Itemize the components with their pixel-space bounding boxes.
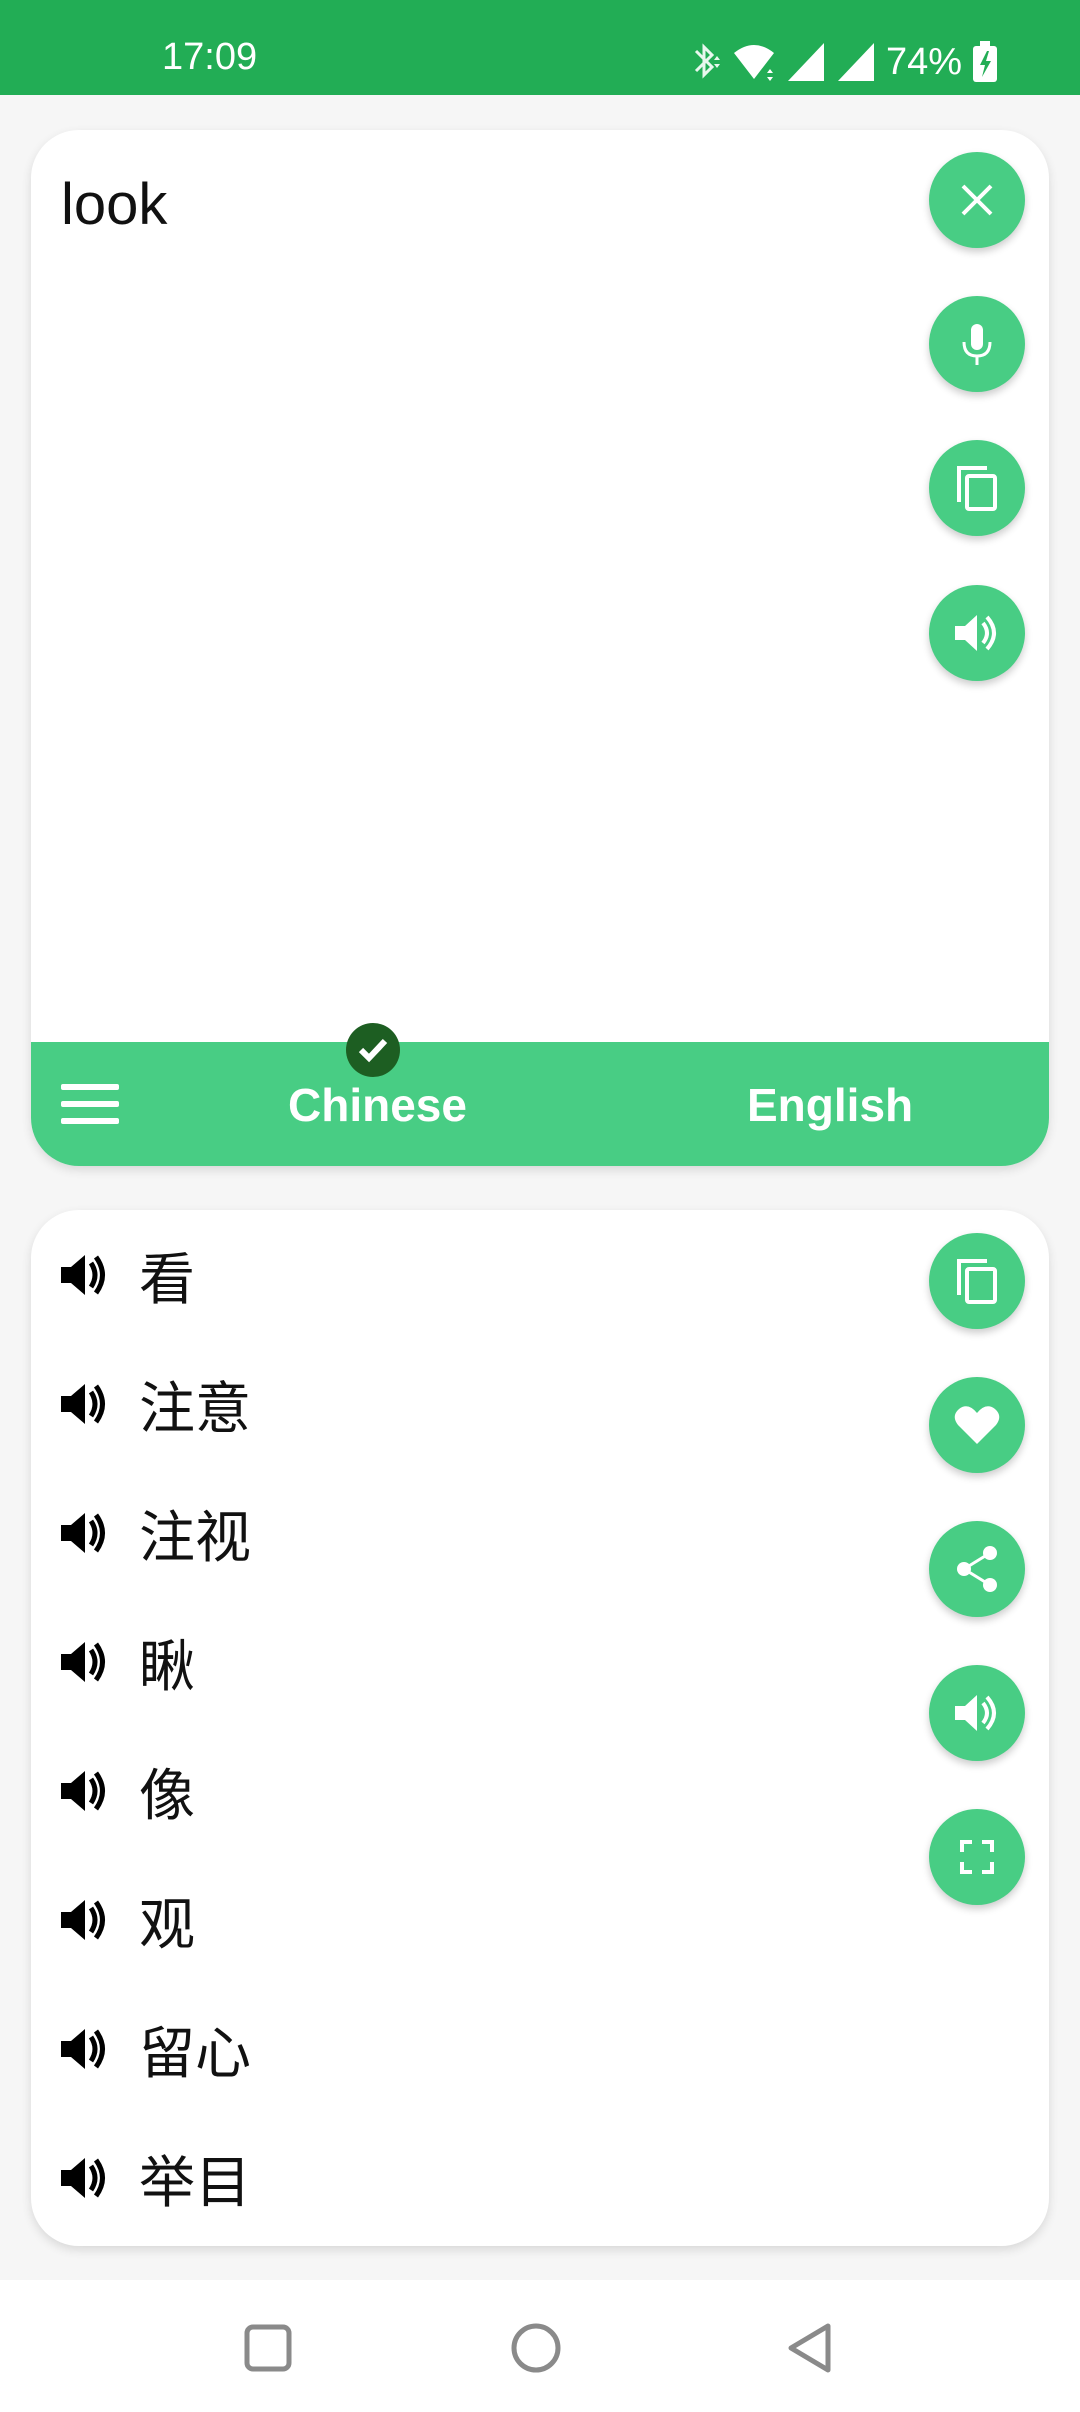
home-icon — [511, 2323, 561, 2373]
system-nav-bar — [0, 2280, 1080, 2412]
result-item[interactable]: 瞅 — [59, 1617, 195, 1707]
result-item[interactable]: 观 — [59, 1875, 195, 1965]
speaker-icon — [61, 1513, 105, 1553]
play-result-audio-button[interactable] — [59, 2152, 111, 2204]
clear-button[interactable] — [929, 152, 1025, 248]
result-text: 像 — [139, 1763, 195, 1829]
copy-result-button[interactable] — [929, 1233, 1025, 1329]
speaker-icon — [61, 1255, 105, 1295]
result-item[interactable]: 像 — [59, 1746, 195, 1836]
speak-result-button[interactable] — [929, 1665, 1025, 1761]
wifi-icon — [733, 45, 774, 81]
status-bar: 17:09 74% — [0, 0, 1080, 95]
back-button[interactable] — [782, 2320, 838, 2376]
speaker-icon — [61, 1900, 105, 1940]
favorite-button[interactable] — [929, 1377, 1025, 1473]
source-language-button[interactable]: Chinese — [288, 1078, 467, 1132]
result-text: 注视 — [139, 1505, 251, 1571]
speaker-icon — [955, 615, 996, 651]
play-result-audio-button[interactable] — [59, 1507, 111, 1559]
result-item[interactable]: 注意 — [59, 1359, 251, 1449]
input-card: look Chinese English — [31, 130, 1049, 1166]
result-item[interactable]: 留心 — [59, 2004, 251, 2094]
speak-input-button[interactable] — [929, 585, 1025, 681]
result-text: 注意 — [139, 1376, 251, 1442]
result-text: 举目 — [139, 2150, 251, 2216]
battery-percent: 74% — [885, 41, 962, 83]
status-icons: 74% — [688, 40, 998, 84]
copy-icon — [957, 1259, 997, 1304]
close-icon — [961, 184, 993, 216]
speaker-icon — [61, 1642, 105, 1682]
status-time: 17:09 — [162, 36, 258, 78]
share-button[interactable] — [929, 1521, 1025, 1617]
copy-icon — [957, 466, 997, 511]
play-result-audio-button[interactable] — [59, 1765, 111, 1817]
play-result-audio-button[interactable] — [59, 1378, 111, 1430]
speaker-icon — [61, 2158, 105, 2198]
play-result-audio-button[interactable] — [59, 1249, 111, 1301]
recents-icon — [244, 2324, 292, 2372]
source-text-input[interactable]: look — [61, 170, 167, 240]
result-text: 留心 — [139, 2021, 251, 2087]
play-result-audio-button[interactable] — [59, 1894, 111, 1946]
speaker-icon — [61, 1384, 105, 1424]
selected-language-check-icon — [346, 1023, 400, 1077]
copy-input-button[interactable] — [929, 440, 1025, 536]
target-language-button[interactable]: English — [747, 1078, 913, 1132]
home-button[interactable] — [508, 2320, 564, 2376]
voice-input-button[interactable] — [929, 296, 1025, 392]
result-item[interactable]: 举目 — [59, 2133, 251, 2223]
play-result-audio-button[interactable] — [59, 1636, 111, 1688]
speaker-icon — [61, 2029, 105, 2069]
play-result-audio-button[interactable] — [59, 2023, 111, 2075]
battery-charging-icon — [973, 41, 997, 82]
fullscreen-icon — [960, 1840, 994, 1874]
result-card: 看注意注视瞅像观留心举目 — [31, 1210, 1049, 2246]
speaker-icon — [61, 1771, 105, 1811]
share-icon — [957, 1546, 997, 1592]
fullscreen-button[interactable] — [929, 1809, 1025, 1905]
microphone-icon — [962, 324, 992, 365]
back-icon — [788, 2323, 831, 2373]
result-item[interactable]: 注视 — [59, 1488, 251, 1578]
bluetooth-icon — [694, 43, 720, 79]
heart-icon — [954, 1406, 1000, 1444]
recents-button[interactable] — [240, 2320, 296, 2376]
result-text: 看 — [139, 1247, 195, 1313]
result-text: 观 — [139, 1892, 195, 1958]
language-bar: Chinese English — [31, 1042, 1049, 1166]
signal-icon — [787, 43, 824, 81]
result-item[interactable]: 看 — [59, 1230, 195, 1320]
menu-icon[interactable] — [61, 1084, 119, 1124]
speaker-icon — [955, 1695, 996, 1731]
signal-icon — [837, 43, 874, 81]
result-text: 瞅 — [139, 1634, 195, 1700]
